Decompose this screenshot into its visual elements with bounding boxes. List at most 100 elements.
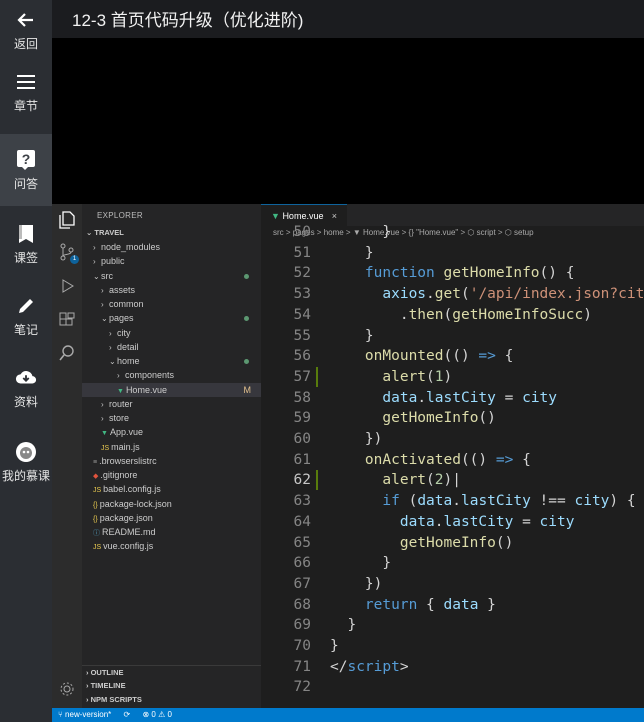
folder-item[interactable]: › assets xyxy=(82,283,261,297)
code-line[interactable]: 68 return { data } xyxy=(261,595,644,616)
extensions-icon[interactable] xyxy=(57,310,77,330)
project-header[interactable]: ⌄ TRAVEL xyxy=(82,226,261,240)
code-text: </script> xyxy=(330,658,409,675)
code-line[interactable]: 66 } xyxy=(261,553,644,574)
chevron-right-icon: › xyxy=(101,300,104,309)
source-control-icon[interactable]: 1 xyxy=(57,242,79,264)
settings-gear-icon[interactable] xyxy=(57,679,77,699)
code-line[interactable]: 67 }) xyxy=(261,574,644,595)
code-line[interactable]: 54 .then(getHomeInfoSucc) xyxy=(261,305,644,326)
folder-item[interactable]: › store xyxy=(82,411,261,425)
outline-section[interactable]: › OUTLINE xyxy=(82,665,261,679)
nav-qa[interactable]: ? 问答 xyxy=(0,134,52,206)
code-text: } xyxy=(382,224,392,240)
nav-notes[interactable]: 笔记 xyxy=(0,284,52,348)
file-item[interactable]: ◆ .gitignore xyxy=(82,468,261,482)
line-number: 57 xyxy=(293,368,311,385)
nav-materials[interactable]: 资料 xyxy=(0,356,52,420)
tree-item-label: city xyxy=(117,327,131,338)
mascot-icon xyxy=(15,441,37,463)
code-line[interactable]: 59 getHomeInfo() xyxy=(261,408,644,429)
npm-scripts-section[interactable]: › NPM SCRIPTS xyxy=(82,693,261,707)
code-text: .then(getHomeInfoSucc) xyxy=(399,306,592,323)
code-line[interactable]: 53 axios.get('/api/index.json?city xyxy=(261,284,644,305)
nav-notes-tag[interactable]: 课签 xyxy=(0,212,52,276)
search-icon[interactable] xyxy=(57,343,77,363)
folder-item[interactable]: › router xyxy=(82,397,261,411)
timeline-label: TIMELINE xyxy=(90,681,126,690)
nav-my-courses[interactable]: 我的慕课 xyxy=(0,430,52,494)
file-item[interactable]: ⓘ README.md xyxy=(82,525,261,539)
code-editor[interactable]: ▼ Home.vue × src > pages > home > ▼ Home… xyxy=(261,204,644,708)
code-text: alert(1) xyxy=(382,368,453,385)
folder-item[interactable]: › components xyxy=(82,368,261,382)
code-line[interactable]: 58 data.lastCity = city xyxy=(261,388,644,409)
code-line[interactable]: 52 function getHomeInfo() { xyxy=(261,263,644,284)
folder-item[interactable]: › common xyxy=(82,297,261,311)
file-item[interactable]: {} package-lock.json xyxy=(82,497,261,511)
folder-item[interactable]: › public xyxy=(82,254,261,268)
folder-item[interactable]: › city xyxy=(82,326,261,340)
video-area[interactable] xyxy=(52,38,644,204)
modified-dot xyxy=(244,359,249,364)
nav-notes-label: 笔记 xyxy=(13,322,38,337)
branch-name[interactable]: new-version* xyxy=(65,710,111,719)
code-line[interactable]: 61 onActivated(() => { xyxy=(261,450,644,471)
code-line[interactable]: 57 alert(1) xyxy=(261,366,644,388)
outline-label: OUTLINE xyxy=(90,668,124,677)
code-text: } xyxy=(364,327,374,344)
folder-item[interactable]: › node_modules xyxy=(82,240,261,254)
code-text: }) xyxy=(364,575,383,592)
code-line[interactable]: 72 xyxy=(261,677,644,698)
file-item[interactable]: JS main.js xyxy=(82,440,261,454)
timeline-section[interactable]: › TIMELINE xyxy=(82,679,261,693)
chevron-down-icon: ⌄ xyxy=(93,271,100,281)
nav-notes-tag-label: 课签 xyxy=(13,250,38,265)
tree-item-label: home xyxy=(117,356,140,366)
explorer-icon[interactable] xyxy=(57,210,77,230)
code-line[interactable]: 69 } xyxy=(261,615,644,636)
tree-item-label: router xyxy=(109,398,133,409)
nav-back[interactable]: 返回 xyxy=(0,0,52,60)
vscode-window: 1 EXPLORER ⌄ TRAVEL › node_modules › public… xyxy=(52,204,644,722)
sync-icon[interactable]: ⟳ xyxy=(124,710,131,719)
file-item[interactable]: {} package.json xyxy=(82,511,261,525)
code-line[interactable]: 60 }) xyxy=(261,429,644,450)
file-item[interactable]: ≡ .browserslistrc xyxy=(82,454,261,468)
nav-qa-label: 问答 xyxy=(13,176,38,191)
code-line[interactable]: 65 getHomeInfo() xyxy=(261,533,644,554)
code-line[interactable]: 50 } xyxy=(261,222,644,243)
code-text: function getHomeInfo() { xyxy=(364,265,575,282)
file-item[interactable]: ▼ App.vue xyxy=(82,425,261,439)
run-debug-icon[interactable] xyxy=(57,276,77,296)
code-text: onActivated(() => { xyxy=(364,451,531,468)
file-item[interactable]: JS babel.config.js xyxy=(82,482,261,496)
code-line[interactable]: 70} xyxy=(261,636,644,657)
tab-label: Home.vue xyxy=(282,211,324,221)
problems-count[interactable]: ⊗ 0 ⚠ 0 xyxy=(142,710,171,719)
folder-item[interactable]: › detail xyxy=(82,340,261,354)
line-number: 52 xyxy=(293,265,311,282)
nav-chapters[interactable]: 章节 xyxy=(0,62,52,122)
folder-item[interactable]: ⌄home xyxy=(82,354,261,368)
code-line[interactable]: 71 </script> xyxy=(261,657,644,678)
line-number: 58 xyxy=(293,389,311,406)
tree-item-label: store xyxy=(109,413,130,423)
chevron-down-icon: ⌄ xyxy=(101,314,108,324)
line-number: 68 xyxy=(293,596,311,613)
code-line[interactable]: 51 } xyxy=(261,243,644,264)
chevron-right-icon: › xyxy=(117,371,120,381)
folder-item[interactable]: ⌄src xyxy=(82,269,261,283)
folder-item[interactable]: ⌄pages xyxy=(82,311,261,325)
code-line[interactable]: 63 if (data.lastCity !== city) { xyxy=(261,491,644,512)
tree-item-label: src xyxy=(101,270,113,281)
code-line[interactable]: 62 alert(2)| xyxy=(261,470,644,491)
code-line[interactable]: 64 data.lastCity = city xyxy=(261,512,644,533)
file-item[interactable]: JS vue.config.js xyxy=(82,539,261,553)
code-line[interactable]: 55 } xyxy=(261,326,644,347)
status-bar: ⑂ new-version* ⟳ ⊗ 0 ⚠ 0 xyxy=(52,708,644,722)
explorer-heading: EXPLORER xyxy=(97,211,143,220)
line-number: 60 xyxy=(293,431,311,447)
file-item[interactable]: ▼ Home.vue M xyxy=(82,382,261,397)
code-line[interactable]: 56 onMounted(() => { xyxy=(261,346,644,367)
